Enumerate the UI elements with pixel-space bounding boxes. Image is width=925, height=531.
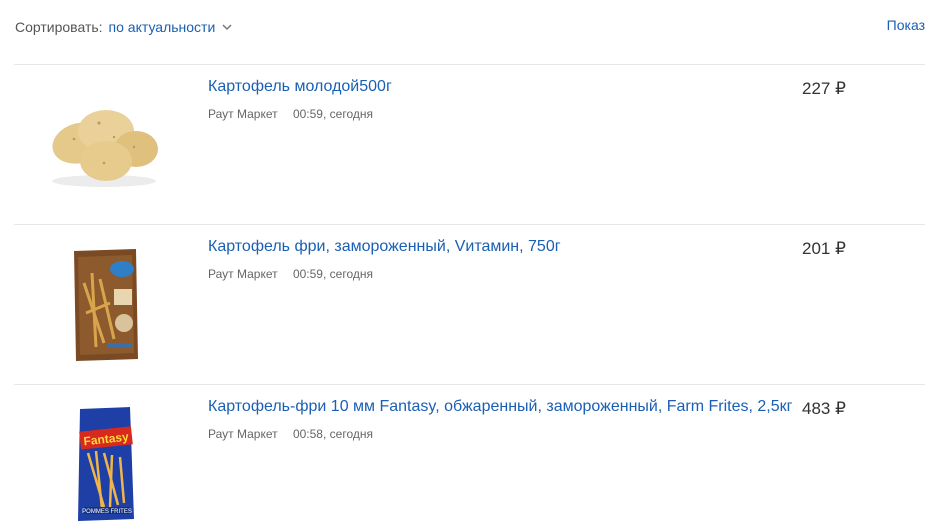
item-title[interactable]: Картофель молодой500г [208,78,392,96]
vitamin-fries-package-image[interactable] [44,243,164,363]
item-price: 227 ₽ [802,79,846,98]
item-time: 00:58, сегодня [292,427,373,441]
item-title[interactable]: Картофель фри, замороженный, Vитамин, 75… [208,238,561,256]
product-list: Картофель молодой500г Раут Маркет 00:59,… [14,64,925,531]
sort-value-label: по актуальности [108,19,216,35]
sort-label: Сортировать: [15,19,103,35]
potatoes-image[interactable] [44,83,164,203]
item-title[interactable]: Картофель-фри 10 мм Fantasy, обжаренный,… [208,398,792,416]
seller-name: Раут Маркет [208,107,278,121]
chevron-down-icon [222,24,232,31]
fantasy-fries-package-image[interactable]: Fantasy POMMES FRITES [44,403,164,523]
show-link[interactable]: Показ [887,17,925,33]
item-price: 483 ₽ [802,399,846,418]
list-item: Картофель фри, замороженный, Vитамин, 75… [14,224,925,384]
item-time: 00:59, сегодня [292,267,373,281]
item-time: 00:59, сегодня [292,107,373,121]
item-meta: Раут Маркет 00:59, сегодня [208,267,373,281]
sort-bar: Сортировать: по актуальности Показ [15,17,925,37]
item-meta: Раут Маркет 00:58, сегодня [208,427,373,441]
item-meta: Раут Маркет 00:59, сегодня [208,107,373,121]
item-price: 201 ₽ [802,239,846,258]
seller-name: Раут Маркет [208,427,278,441]
list-item: Картофель молодой500г Раут Маркет 00:59,… [14,64,925,224]
list-item: Fantasy POMMES FRITES Картофель-фри 10 м… [14,384,925,531]
sort-dropdown[interactable]: по актуальности [109,19,234,35]
seller-name: Раут Маркет [208,267,278,281]
svg-text:POMMES FRITES: POMMES FRITES [82,509,132,515]
